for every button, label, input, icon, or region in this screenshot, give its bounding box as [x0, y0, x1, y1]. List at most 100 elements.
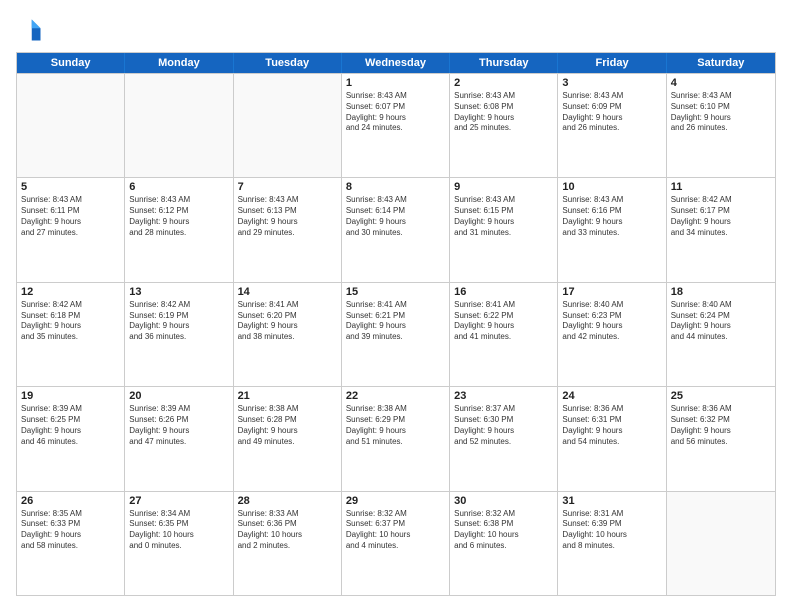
- day-info: Sunrise: 8:40 AM Sunset: 6:24 PM Dayligh…: [671, 300, 771, 343]
- day-number: 9: [454, 181, 553, 193]
- day-number: 26: [21, 495, 120, 507]
- day-number: 19: [21, 390, 120, 402]
- day-cell-3: 3Sunrise: 8:43 AM Sunset: 6:09 PM Daylig…: [558, 74, 666, 177]
- header-day-friday: Friday: [558, 53, 666, 73]
- day-info: Sunrise: 8:35 AM Sunset: 6:33 PM Dayligh…: [21, 509, 120, 552]
- day-info: Sunrise: 8:32 AM Sunset: 6:37 PM Dayligh…: [346, 509, 445, 552]
- day-cell-28: 28Sunrise: 8:33 AM Sunset: 6:36 PM Dayli…: [234, 492, 342, 595]
- day-info: Sunrise: 8:43 AM Sunset: 6:16 PM Dayligh…: [562, 195, 661, 238]
- day-number: 27: [129, 495, 228, 507]
- day-info: Sunrise: 8:39 AM Sunset: 6:26 PM Dayligh…: [129, 404, 228, 447]
- day-number: 28: [238, 495, 337, 507]
- day-info: Sunrise: 8:42 AM Sunset: 6:17 PM Dayligh…: [671, 195, 771, 238]
- day-info: Sunrise: 8:43 AM Sunset: 6:08 PM Dayligh…: [454, 91, 553, 134]
- day-info: Sunrise: 8:32 AM Sunset: 6:38 PM Dayligh…: [454, 509, 553, 552]
- calendar-week-4: 26 Sunrise: 8:35 AM Sunset: 6:33 PM Dayli…: [17, 491, 775, 595]
- page: SundayMondayTuesdayWednesdayThursdayFrid…: [0, 0, 792, 612]
- day-number: 4: [671, 77, 771, 89]
- day-cell-29: 29 Sunrise: 8:32 AM Sunset: 6:37 PM Dayli…: [342, 492, 450, 595]
- day-cell-9: 9 Sunrise: 8:43 AM Sunset: 6:15 PM Daylig…: [450, 178, 558, 281]
- logo-icon: [16, 16, 44, 44]
- day-number: 10: [562, 181, 661, 193]
- day-info: Sunrise: 8:38 AM Sunset: 6:29 PM Dayligh…: [346, 404, 445, 447]
- day-cell-21: 21 Sunrise: 8:38 AM Sunset: 6:28 PM Dayli…: [234, 387, 342, 490]
- header: [16, 16, 776, 44]
- day-number: 5: [21, 181, 120, 193]
- day-number: 18: [671, 286, 771, 298]
- day-cell-7: 7 Sunrise: 8:43 AM Sunset: 6:13 PM Daylig…: [234, 178, 342, 281]
- day-cell-27: 27 Sunrise: 8:34 AM Sunset: 6:35 PM Dayli…: [125, 492, 233, 595]
- logo: [16, 16, 48, 44]
- day-info: Sunrise: 8:42 AM Sunset: 6:18 PM Dayligh…: [21, 300, 120, 343]
- empty-cell: [667, 492, 775, 595]
- day-info: Sunrise: 8:34 AM Sunset: 6:35 PM Dayligh…: [129, 509, 228, 552]
- day-cell-12: 12 Sunrise: 8:42 AM Sunset: 6:18 PM Dayli…: [17, 283, 125, 386]
- day-info: Sunrise: 8:36 AM Sunset: 6:32 PM Dayligh…: [671, 404, 771, 447]
- day-number: 12: [21, 286, 120, 298]
- header-day-saturday: Saturday: [667, 53, 775, 73]
- day-cell-10: 10 Sunrise: 8:43 AM Sunset: 6:16 PM Dayli…: [558, 178, 666, 281]
- day-number: 14: [238, 286, 337, 298]
- day-info: Sunrise: 8:43 AM Sunset: 6:09 PM Dayligh…: [562, 91, 661, 134]
- day-cell-5: 5 Sunrise: 8:43 AM Sunset: 6:11 PM Daylig…: [17, 178, 125, 281]
- day-info: Sunrise: 8:43 AM Sunset: 6:13 PM Dayligh…: [238, 195, 337, 238]
- day-cell-14: 14 Sunrise: 8:41 AM Sunset: 6:20 PM Dayli…: [234, 283, 342, 386]
- calendar-week-0: 1Sunrise: 8:43 AM Sunset: 6:07 PM Daylig…: [17, 73, 775, 177]
- day-cell-13: 13 Sunrise: 8:42 AM Sunset: 6:19 PM Dayli…: [125, 283, 233, 386]
- calendar-body: 1Sunrise: 8:43 AM Sunset: 6:07 PM Daylig…: [17, 73, 775, 595]
- day-cell-2: 2Sunrise: 8:43 AM Sunset: 6:08 PM Daylig…: [450, 74, 558, 177]
- day-cell-30: 30Sunrise: 8:32 AM Sunset: 6:38 PM Dayli…: [450, 492, 558, 595]
- day-info: Sunrise: 8:37 AM Sunset: 6:30 PM Dayligh…: [454, 404, 553, 447]
- day-cell-17: 17Sunrise: 8:40 AM Sunset: 6:23 PM Dayli…: [558, 283, 666, 386]
- day-cell-16: 16Sunrise: 8:41 AM Sunset: 6:22 PM Dayli…: [450, 283, 558, 386]
- day-number: 6: [129, 181, 228, 193]
- calendar-week-3: 19 Sunrise: 8:39 AM Sunset: 6:25 PM Dayli…: [17, 386, 775, 490]
- day-number: 11: [671, 181, 771, 193]
- day-info: Sunrise: 8:42 AM Sunset: 6:19 PM Dayligh…: [129, 300, 228, 343]
- day-cell-6: 6 Sunrise: 8:43 AM Sunset: 6:12 PM Daylig…: [125, 178, 233, 281]
- day-cell-20: 20Sunrise: 8:39 AM Sunset: 6:26 PM Dayli…: [125, 387, 233, 490]
- day-cell-26: 26 Sunrise: 8:35 AM Sunset: 6:33 PM Dayli…: [17, 492, 125, 595]
- day-number: 13: [129, 286, 228, 298]
- day-number: 29: [346, 495, 445, 507]
- empty-cell: [234, 74, 342, 177]
- header-day-wednesday: Wednesday: [342, 53, 450, 73]
- day-info: Sunrise: 8:43 AM Sunset: 6:12 PM Dayligh…: [129, 195, 228, 238]
- day-number: 25: [671, 390, 771, 402]
- day-number: 15: [346, 286, 445, 298]
- calendar-week-2: 12 Sunrise: 8:42 AM Sunset: 6:18 PM Dayli…: [17, 282, 775, 386]
- day-cell-1: 1Sunrise: 8:43 AM Sunset: 6:07 PM Daylig…: [342, 74, 450, 177]
- day-cell-19: 19 Sunrise: 8:39 AM Sunset: 6:25 PM Dayli…: [17, 387, 125, 490]
- calendar: SundayMondayTuesdayWednesdayThursdayFrid…: [16, 52, 776, 596]
- header-day-sunday: Sunday: [17, 53, 125, 73]
- day-cell-18: 18 Sunrise: 8:40 AM Sunset: 6:24 PM Dayli…: [667, 283, 775, 386]
- header-day-monday: Monday: [125, 53, 233, 73]
- day-info: Sunrise: 8:43 AM Sunset: 6:15 PM Dayligh…: [454, 195, 553, 238]
- calendar-header: SundayMondayTuesdayWednesdayThursdayFrid…: [17, 53, 775, 73]
- header-day-thursday: Thursday: [450, 53, 558, 73]
- day-number: 21: [238, 390, 337, 402]
- day-cell-22: 22Sunrise: 8:38 AM Sunset: 6:29 PM Dayli…: [342, 387, 450, 490]
- day-info: Sunrise: 8:43 AM Sunset: 6:14 PM Dayligh…: [346, 195, 445, 238]
- day-cell-31: 31Sunrise: 8:31 AM Sunset: 6:39 PM Dayli…: [558, 492, 666, 595]
- day-number: 7: [238, 181, 337, 193]
- day-number: 23: [454, 390, 553, 402]
- day-info: Sunrise: 8:41 AM Sunset: 6:20 PM Dayligh…: [238, 300, 337, 343]
- empty-cell: [125, 74, 233, 177]
- empty-cell: [17, 74, 125, 177]
- day-cell-24: 24Sunrise: 8:36 AM Sunset: 6:31 PM Dayli…: [558, 387, 666, 490]
- day-number: 24: [562, 390, 661, 402]
- day-info: Sunrise: 8:43 AM Sunset: 6:10 PM Dayligh…: [671, 91, 771, 134]
- day-info: Sunrise: 8:39 AM Sunset: 6:25 PM Dayligh…: [21, 404, 120, 447]
- day-info: Sunrise: 8:41 AM Sunset: 6:21 PM Dayligh…: [346, 300, 445, 343]
- day-number: 31: [562, 495, 661, 507]
- day-cell-15: 15 Sunrise: 8:41 AM Sunset: 6:21 PM Dayli…: [342, 283, 450, 386]
- header-day-tuesday: Tuesday: [234, 53, 342, 73]
- day-info: Sunrise: 8:38 AM Sunset: 6:28 PM Dayligh…: [238, 404, 337, 447]
- day-number: 16: [454, 286, 553, 298]
- day-cell-11: 11 Sunrise: 8:42 AM Sunset: 6:17 PM Dayli…: [667, 178, 775, 281]
- day-info: Sunrise: 8:40 AM Sunset: 6:23 PM Dayligh…: [562, 300, 661, 343]
- day-cell-8: 8Sunrise: 8:43 AM Sunset: 6:14 PM Daylig…: [342, 178, 450, 281]
- day-cell-25: 25 Sunrise: 8:36 AM Sunset: 6:32 PM Dayli…: [667, 387, 775, 490]
- day-info: Sunrise: 8:43 AM Sunset: 6:11 PM Dayligh…: [21, 195, 120, 238]
